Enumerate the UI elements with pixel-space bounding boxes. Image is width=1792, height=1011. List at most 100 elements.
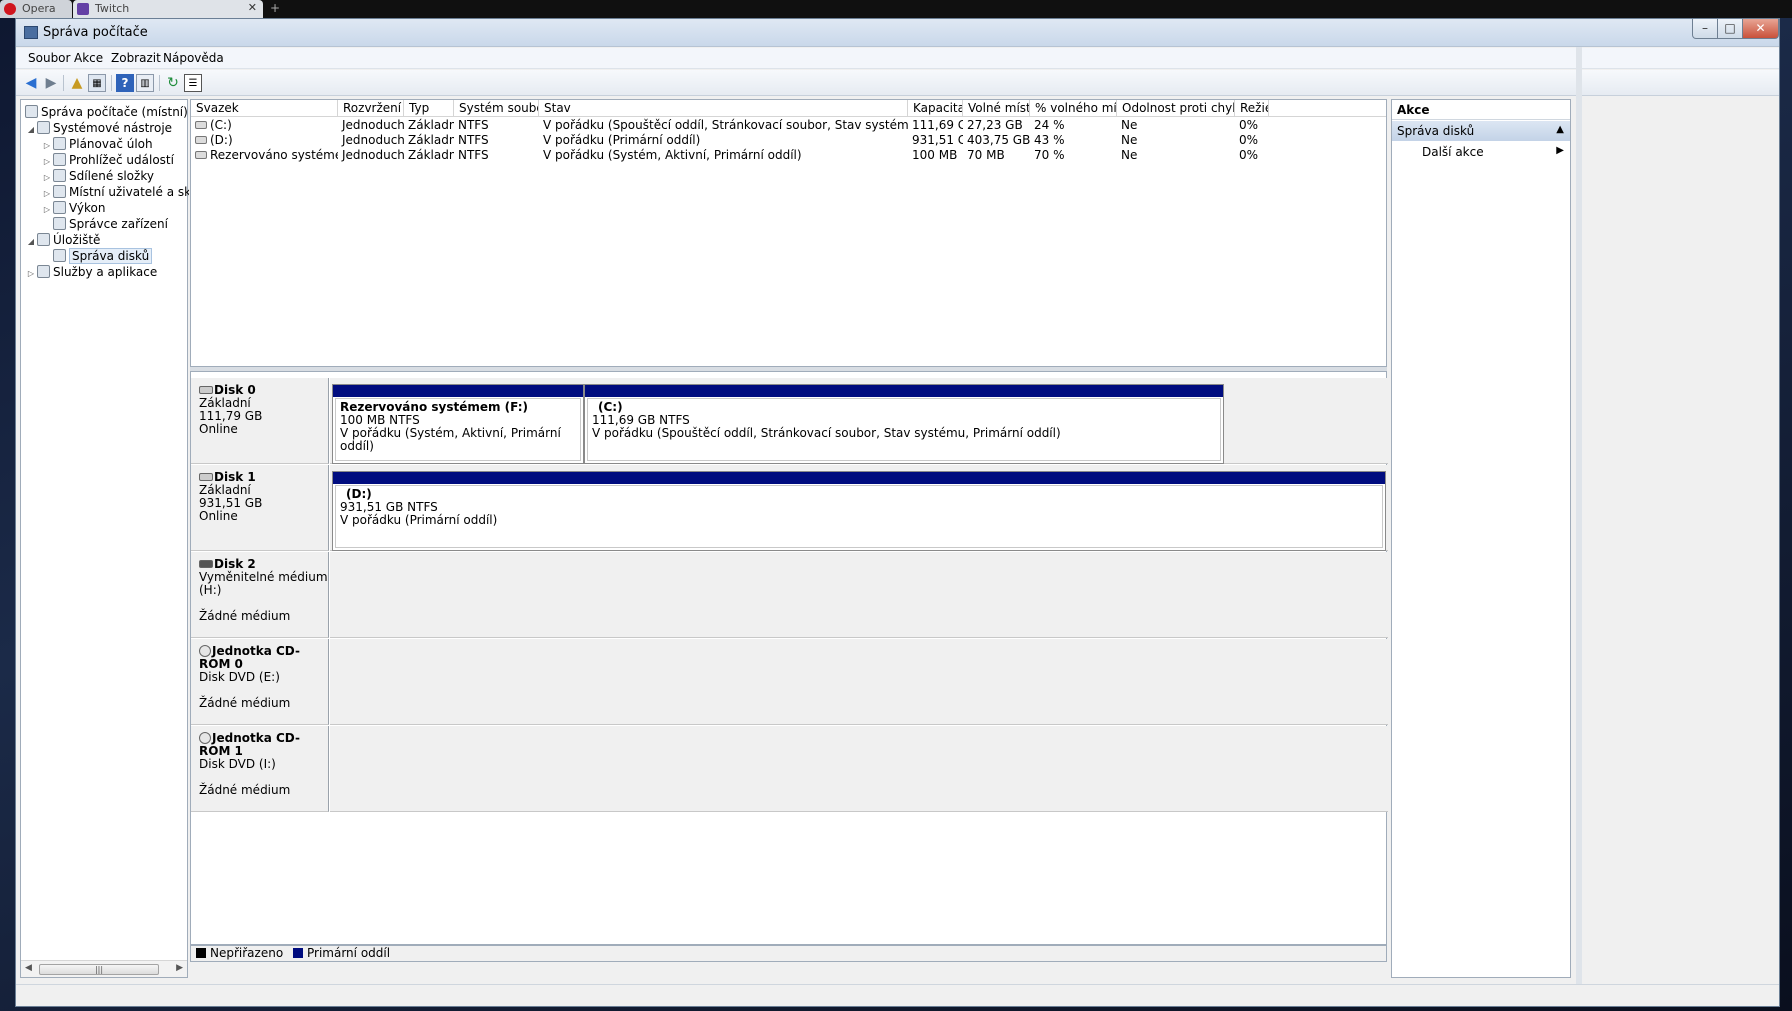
actions-section-disk-management[interactable]: Správa disků ▲ [1392,121,1570,141]
cell-fault-tolerance: Ne [1121,118,1138,132]
minimize-button[interactable]: – [1692,19,1718,39]
browser-tab-opera[interactable]: Opera [0,0,72,18]
tree-item-event-viewer[interactable]: ▷ Prohlížeč událostí [41,152,174,168]
toolbar-separator [63,75,64,91]
tree-item-computer-management[interactable]: Správa počítače (místní) [25,104,188,120]
menu-soubor[interactable]: Soubor [28,51,70,65]
col-header-percent-free[interactable]: % volného místa [1030,100,1117,117]
tree-item-device-manager[interactable]: Správce zařízení [53,216,168,232]
table-row[interactable]: (C:) Jednoduchý Základní NTFS V pořádku … [191,118,1386,133]
legend-label-unallocated: Nepřiřazeno [210,946,284,960]
storage-icon [37,233,50,246]
navigation-tree-pane[interactable]: Správa počítače (místní) ◢ Systémové nást… [20,99,189,978]
col-header-status[interactable]: Stav [539,100,908,117]
opera-icon [4,3,16,15]
partition-reserved-f[interactable]: Rezervováno systémem (F:) 100 MB NTFS V … [332,384,584,464]
tree-item-shared-folders[interactable]: ▷ Sdílené složky [41,168,154,184]
table-row[interactable]: Rezervováno systémem (F:) Jednoduchý Zák… [191,148,1386,163]
collapsed-arrow-icon[interactable]: ▷ [41,186,53,200]
horizontal-scrollbar[interactable]: ◀ ||| ▶ [21,960,187,977]
browser-tab-label: Opera [22,2,56,15]
forward-arrow-icon[interactable]: ▶ [42,74,60,92]
menu-zobrazit[interactable]: Zobrazit [111,51,161,65]
tree-item-system-tools[interactable]: ◢ Systémové nástroje [25,120,172,136]
computer-management-icon [24,26,38,39]
refresh-icon[interactable]: ↻ [164,74,182,92]
cell-type: Základní [408,118,454,132]
columns-icon[interactable]: ▥ [136,74,154,92]
cell-overhead: 0% [1239,148,1259,162]
tree-item-performance[interactable]: ▷ Výkon [41,200,105,216]
window-title: Správa počítače [43,25,148,40]
cdrom-1-info[interactable]: Jednotka CD-ROM 1 Disk DVD (I:) Žádné mé… [191,726,329,812]
cell-percent-free: 70 % [1034,148,1065,162]
col-header-fault-tolerance[interactable]: Odolnost proti chybám [1117,100,1235,117]
disk-name: Disk 2 [214,557,256,571]
collapse-up-icon[interactable]: ▲ [1556,124,1564,135]
scrollbar-thumb[interactable]: ||| [39,964,159,975]
more-actions-item[interactable]: Další akce ▶ [1392,143,1570,161]
tree-item-disk-management[interactable]: Správa disků [53,248,153,264]
disk-2-info[interactable]: Disk 2 Vyměnitelné médium (H:) Žádné méd… [191,552,329,638]
tree-item-storage[interactable]: ◢ Úložiště [25,232,100,248]
cell-status: V pořádku (Systém, Aktivní, Primární odd… [543,148,802,162]
volume-icon [195,136,207,144]
scroll-left-icon[interactable]: ◀ [25,963,32,973]
up-folder-icon[interactable]: ▲ [68,74,86,92]
browser-tab-twitch[interactable]: Twitch ✕ [73,0,263,18]
scroll-right-icon[interactable]: ▶ [176,963,183,973]
col-header-layout[interactable]: Rozvržení [338,100,404,117]
disk-status: Žádné médium [199,696,291,710]
col-header-overhead[interactable]: Režie [1235,100,1269,117]
performance-icon [53,201,66,214]
table-row[interactable]: (D:) Jednoduchý Základní NTFS V pořádku … [191,133,1386,148]
disk-1-info[interactable]: Disk 1 Základní 931,51 GB Online [191,465,329,551]
col-header-capacity[interactable]: Kapacita [908,100,963,117]
primary-partition-bar [333,472,1385,484]
col-header-volume[interactable]: Svazek [191,100,338,117]
partition-d[interactable]: (D:) 931,51 GB NTFS V pořádku (Primární … [332,471,1386,551]
cell-volume: Rezervováno systémem (F:) [191,148,338,163]
menu-napoveda[interactable]: Nápověda [163,51,224,65]
volume-list[interactable]: Svazek Rozvržení Typ Systém souborů Stav… [190,99,1387,367]
cell-free-space: 27,23 GB [967,118,1023,132]
col-header-type[interactable]: Typ [404,100,454,117]
cell-free-space: 70 MB [967,148,1005,162]
disk-0-info[interactable]: Disk 0 Základní 111,79 GB Online [191,378,329,464]
device-manager-icon [53,217,66,230]
partition-c[interactable]: (C:) 111,69 GB NTFS V pořádku (Spouštěcí… [584,384,1224,464]
tree-item-task-scheduler[interactable]: ▷ Plánovač úloh [41,136,153,152]
cell-layout: Jednoduchý [342,133,404,147]
collapsed-arrow-icon[interactable]: ▷ [41,202,53,218]
show-tree-icon[interactable]: ▦ [88,74,106,92]
back-arrow-icon[interactable]: ◀ [22,74,40,92]
close-tab-icon[interactable]: ✕ [248,1,257,14]
computer-management-window: Správa počítače – □ ✕ Soubor Akce Zobraz… [15,18,1780,1007]
toolbar-separator [111,75,112,91]
help-icon[interactable]: ? [116,74,134,92]
expanded-arrow-icon[interactable]: ◢ [25,234,37,250]
window-right-edge [1576,47,1582,987]
cell-type: Základní [408,148,454,162]
disk-graphical-view[interactable]: Disk 0 Základní 111,79 GB Online Rezervo… [190,371,1388,945]
collapsed-arrow-icon[interactable]: ▷ [25,266,37,282]
tree-item-local-users[interactable]: ▷Místní uživatelé a skupiny [41,184,189,200]
col-header-free-space[interactable]: Volné místo [963,100,1030,117]
maximize-button[interactable]: □ [1717,19,1743,39]
col-header-filesystem[interactable]: Systém souborů [454,100,539,117]
tree-item-services-apps[interactable]: ▷ Služby a aplikace [25,264,157,280]
cell-type: Základní [408,133,454,147]
status-bar [16,984,1779,1006]
menu-akce[interactable]: Akce [74,51,103,65]
expanded-arrow-icon[interactable]: ◢ [25,122,37,138]
title-bar[interactable]: Správa počítače – □ ✕ [16,19,1779,47]
disk-type: Disk DVD (I:) [199,757,276,771]
browser-tab-label: Twitch [95,2,130,15]
new-tab-icon[interactable]: + [270,1,280,15]
shared-folder-icon [53,169,66,182]
event-viewer-icon [53,153,66,166]
disk-1-partitions: (D:) 931,51 GB NTFS V pořádku (Primární … [330,465,1388,551]
cdrom-0-info[interactable]: Jednotka CD-ROM 0 Disk DVD (E:) Žádné mé… [191,639,329,725]
disk-status: Online [199,422,238,436]
close-button[interactable]: ✕ [1742,19,1779,39]
